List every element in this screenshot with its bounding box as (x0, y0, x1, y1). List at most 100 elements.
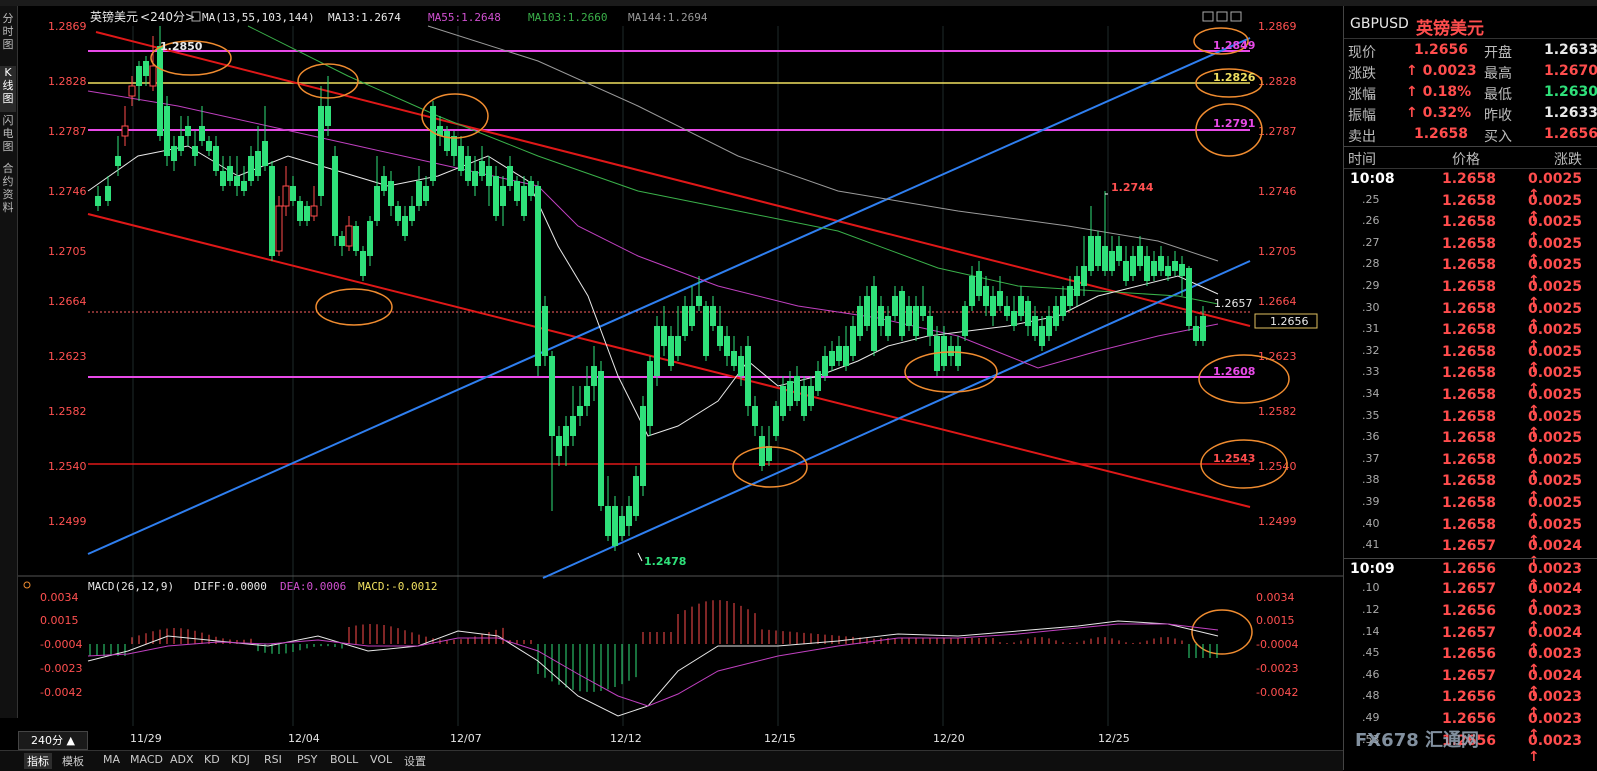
window-icon[interactable] (1230, 11, 1242, 22)
svg-text:1.2787: 1.2787 (48, 125, 87, 138)
value-pct: ↑ 0.18% (1406, 84, 1472, 100)
candle-body (598, 371, 604, 506)
tick-price: 1.2656 (1442, 646, 1497, 663)
candle-body (1116, 246, 1122, 261)
macd-dea: DEA:0.0006 (280, 580, 346, 593)
candle-body (675, 336, 681, 356)
tab-rsi[interactable]: RSI (264, 753, 282, 766)
tick-row: .25 1.2658 0.0025 ↑ (1344, 191, 1597, 225)
candle-body (871, 286, 877, 351)
svg-text:1.2869: 1.2869 (1258, 20, 1297, 33)
tab-adx[interactable]: ADX (170, 753, 194, 766)
zoom-icon[interactable] (1202, 11, 1214, 22)
watermark-logo: FX678 汇通网 (1355, 730, 1480, 751)
candle-body (423, 186, 429, 201)
svg-text:1.2664: 1.2664 (48, 295, 87, 308)
tab-kline[interactable]: K线图 (0, 66, 16, 112)
svg-text:-0.0042: -0.0042 (40, 686, 82, 699)
candle-body (1074, 276, 1080, 296)
svg-text:1.2705: 1.2705 (1258, 245, 1297, 258)
tick-row: .46 1.2657 0.0024 ↑ (1344, 666, 1597, 700)
svg-text:1.2540: 1.2540 (48, 460, 87, 473)
tick-price: 1.2658 (1442, 451, 1497, 468)
tick-row: .36 1.2658 0.0025 ↑ (1344, 428, 1597, 462)
tick-row: 10:08 1.2658 0.0025 ↑ (1344, 169, 1597, 203)
tick-row: .10 1.2657 0.0024 ↑ (1344, 579, 1597, 613)
tick-row: .35 1.2658 0.0025 ↑ (1344, 407, 1597, 441)
layout-icon[interactable] (1216, 11, 1228, 22)
tab-flash[interactable]: 闪电图 (0, 114, 16, 160)
tab-ma[interactable]: MA (103, 753, 120, 766)
candle-body (388, 181, 394, 206)
candle-body (1109, 251, 1115, 271)
candle-body (282, 185, 290, 207)
tick-price: 1.2656 (1442, 560, 1497, 577)
candle-body (906, 306, 912, 326)
tab-psy[interactable]: PSY (297, 753, 317, 766)
macd-settings-icon[interactable] (23, 581, 31, 589)
date-label: 12/12 (610, 732, 642, 745)
tick-time: .38 (1362, 473, 1380, 487)
tab-contract-info[interactable]: 合约资料 (0, 162, 16, 222)
svg-text:1.2746: 1.2746 (1258, 185, 1297, 198)
tab-timeshare[interactable]: 分时图 (0, 12, 16, 64)
quote-panel: GBPUSD 英镑美元 现价 1.2656 开盘 1.2633 涨跌 ↑ 0.0… (1343, 6, 1597, 770)
tick-row: .37 1.2658 0.0025 ↑ (1344, 450, 1597, 484)
svg-text:1.2664: 1.2664 (1258, 295, 1297, 308)
tick-price: 1.2658 (1442, 430, 1497, 447)
label-high: 最高 (1484, 66, 1512, 82)
candle-body (836, 346, 842, 361)
candle-body (1102, 246, 1108, 271)
candle-body (255, 151, 261, 176)
candle-body (339, 236, 345, 246)
candle-body (1081, 266, 1087, 286)
candle-body (486, 166, 492, 186)
candle-body (997, 291, 1003, 306)
label-sell: 卖出 (1348, 129, 1376, 145)
period-label: <240分> (140, 10, 195, 24)
tab-kd[interactable]: KD (204, 753, 220, 766)
svg-text:1.2746: 1.2746 (48, 185, 87, 198)
tab-boll[interactable]: BOLL (330, 753, 358, 766)
candle-body (885, 316, 891, 336)
value-open: 1.2633 (1544, 42, 1597, 58)
tab-indicators[interactable]: 指标 (24, 753, 52, 769)
svg-text:-0.0004: -0.0004 (40, 638, 82, 651)
candle-body (1032, 316, 1038, 336)
tab-macd[interactable]: MACD (130, 753, 163, 766)
svg-text:-0.0023: -0.0023 (40, 662, 82, 675)
tab-settings[interactable]: 设置 (404, 753, 426, 769)
candle-body (731, 351, 737, 366)
candle-body (570, 416, 576, 436)
candle-body (1060, 296, 1066, 316)
last-price-annotation: 1.2657 (1214, 297, 1253, 310)
tab-templates[interactable]: 模板 (62, 753, 84, 769)
candle-body (535, 186, 541, 366)
value-current: 1.2656 (1414, 42, 1469, 58)
candle-body (990, 296, 996, 316)
candle-body (395, 206, 401, 221)
kline-chart[interactable]: 英镑美元 <240分> MA(13,55,103,144) MA13:1.267… (18, 6, 1343, 730)
time-axis: 11/29 12/04 12/07 12/12 12/15 12/20 12/2… (18, 730, 1343, 750)
tab-kdj[interactable]: KDJ (231, 753, 250, 766)
macd-dea-line (87, 623, 1219, 707)
candle-body (234, 176, 240, 186)
tick-price: 1.2656 (1442, 603, 1497, 619)
tick-price: 1.2658 (1442, 192, 1497, 209)
candlesticks[interactable] (95, 26, 1206, 551)
symbol-code: GBPUSD (1350, 16, 1409, 32)
candle-body (955, 346, 961, 366)
candle-body (164, 106, 170, 156)
candle-body (941, 336, 947, 366)
candle-body (528, 181, 534, 196)
tab-vol[interactable]: VOL (370, 753, 392, 766)
svg-text:1.2869: 1.2869 (48, 20, 87, 33)
tick-price: 1.2658 (1442, 473, 1497, 490)
tick-time: .48 (1362, 689, 1380, 703)
candle-body (542, 306, 548, 356)
tick-price: 1.2658 (1442, 171, 1497, 187)
candle-body (829, 351, 835, 366)
ma103-value: MA103:1.2660 (528, 11, 607, 24)
tick-time: .40 (1362, 516, 1380, 530)
period-selector[interactable]: 240分 ▲ (18, 731, 88, 750)
